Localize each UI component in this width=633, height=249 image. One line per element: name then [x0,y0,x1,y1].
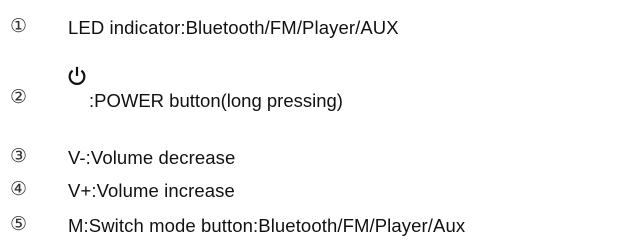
item-number: ③ [10,145,28,167]
item-number: ② [10,86,28,108]
item-number: ⑤ [10,213,28,235]
item-text: M:Switch mode button:Bluetooth/FM/Player… [68,215,466,236]
power-row: :POWER button(long pressing) [66,66,343,109]
power-icon [68,66,86,85]
item-text: V-:Volume decrease [68,147,236,168]
item-number: ① [10,15,28,37]
item-text: :POWER button(long pressing) [89,89,343,111]
item-text: V+:Volume increase [68,180,235,201]
item-text: LED indicator:Bluetooth/FM/Player/AUX [68,17,399,38]
item-number: ④ [10,178,28,200]
